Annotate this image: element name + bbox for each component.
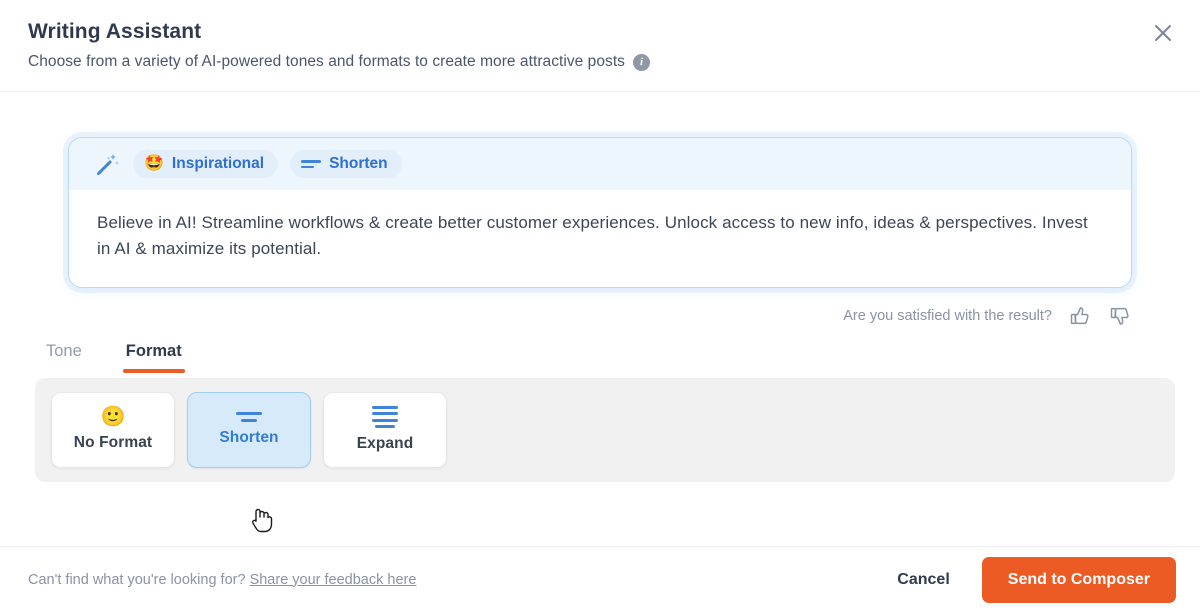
page-title: Writing Assistant <box>28 20 1172 44</box>
tab-tone[interactable]: Tone <box>46 342 82 373</box>
cancel-button[interactable]: Cancel <box>891 563 955 597</box>
result-card-header: 🤩 Inspirational Shorten <box>69 138 1131 190</box>
info-icon[interactable]: i <box>633 54 650 71</box>
writing-assistant-modal: Writing Assistant Choose from a variety … <box>0 0 1200 612</box>
feedback-prompt-text: Can't find what you're looking for? <box>28 572 246 588</box>
format-option-no-format[interactable]: 🙂 No Format <box>51 392 175 468</box>
chip-tone-label: Inspirational <box>172 155 264 173</box>
page-subtitle: Choose from a variety of AI-powered tone… <box>28 53 625 71</box>
magic-wand-icon <box>95 151 121 177</box>
modal-footer: Can't find what you're looking for? Shar… <box>0 546 1200 612</box>
footer-actions: Cancel Send to Composer <box>891 557 1176 603</box>
send-to-composer-button[interactable]: Send to Composer <box>982 557 1176 603</box>
format-option-shorten[interactable]: Shorten <box>187 392 311 468</box>
smiley-emoji: 🙂 <box>101 407 126 427</box>
share-feedback-link[interactable]: Share your feedback here <box>250 572 417 588</box>
chip-tone[interactable]: 🤩 Inspirational <box>133 150 278 178</box>
tabs: Tone Format <box>0 328 1200 373</box>
feedback-label: Are you satisfied with the result? <box>843 308 1052 324</box>
thumbs-up-icon[interactable] <box>1068 304 1092 328</box>
format-options-panel: 🙂 No Format Shorten Expand <box>35 378 1175 482</box>
result-section: 🤩 Inspirational Shorten Believe in AI! S… <box>0 92 1200 288</box>
generated-text: Believe in AI! Streamline workflows & cr… <box>97 210 1103 263</box>
tab-format[interactable]: Format <box>126 342 182 373</box>
format-option-label: Shorten <box>219 429 278 447</box>
format-option-label: Expand <box>357 435 414 453</box>
shorten-lines-icon <box>301 160 321 168</box>
modal-header: Writing Assistant Choose from a variety … <box>0 0 1200 92</box>
feedback-prompt: Can't find what you're looking for? Shar… <box>28 572 416 588</box>
result-card: 🤩 Inspirational Shorten Believe in AI! S… <box>68 137 1132 288</box>
format-option-label: No Format <box>74 434 152 452</box>
format-option-expand[interactable]: Expand <box>323 392 447 468</box>
subtitle-row: Choose from a variety of AI-powered tone… <box>28 53 1172 71</box>
result-card-body: Believe in AI! Streamline workflows & cr… <box>69 190 1131 287</box>
close-button[interactable] <box>1146 16 1180 50</box>
chip-format[interactable]: Shorten <box>290 150 402 178</box>
thumbs-down-icon[interactable] <box>1108 304 1132 328</box>
star-struck-emoji: 🤩 <box>144 156 164 172</box>
mouse-cursor-pointer <box>251 505 277 537</box>
shorten-lines-icon <box>236 412 262 422</box>
expand-lines-icon <box>372 406 398 429</box>
chip-format-label: Shorten <box>329 155 388 173</box>
close-icon <box>1152 22 1174 44</box>
feedback-row: Are you satisfied with the result? <box>0 288 1200 328</box>
